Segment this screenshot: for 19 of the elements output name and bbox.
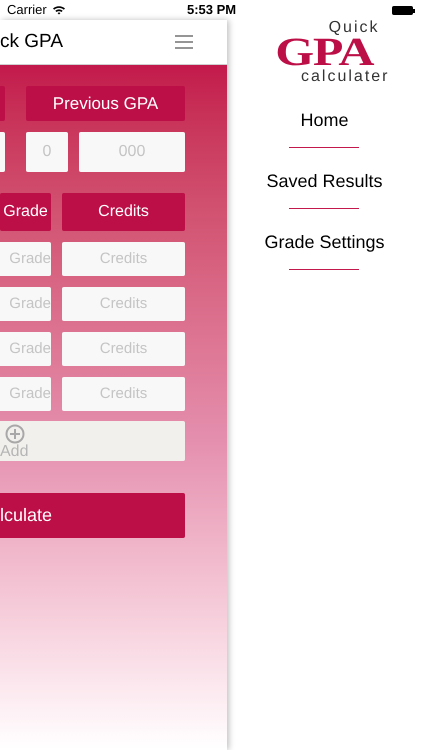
plus-circle-icon	[5, 424, 25, 444]
logo-text: GPA	[275, 36, 374, 68]
menu-icon[interactable]	[175, 35, 193, 49]
carrier-label: Carrier	[7, 1, 47, 20]
column-header: Credits	[62, 193, 185, 231]
tab-button[interactable]	[0, 86, 5, 121]
column-header: Grade	[0, 193, 51, 231]
previous-gpa-button[interactable]: Previous GPA	[26, 86, 185, 121]
calculate-button[interactable]: lculate	[0, 493, 185, 538]
time-label: 5:53 PM	[187, 1, 236, 20]
screen-title: ck GPA	[0, 30, 64, 54]
logo-text: calculater	[301, 68, 390, 86]
battery-icon	[392, 6, 415, 15]
wifi-icon	[52, 5, 66, 15]
input-field[interactable]	[0, 132, 5, 172]
logo-text: Quick	[328, 20, 380, 36]
menu-item[interactable]: Home	[300, 109, 348, 131]
menu-item[interactable]: Saved Results	[266, 170, 383, 192]
menu-item[interactable]: Grade Settings	[264, 231, 385, 253]
